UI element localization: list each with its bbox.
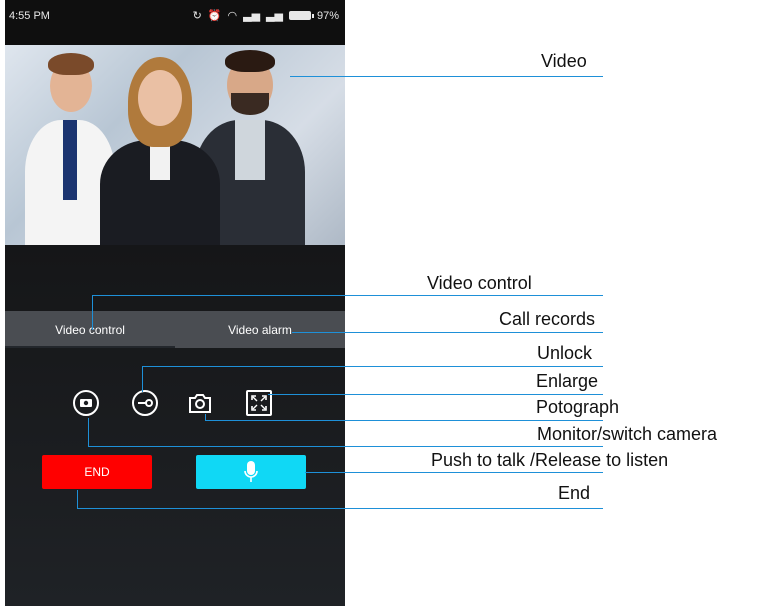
microphone-icon [244,461,258,482]
signal-icon: ▃▅ [243,10,261,22]
annotation-line-photograph [205,420,603,421]
monitor-camera-icon[interactable] [73,390,99,416]
signal-icon-2: ▃▅ [266,10,283,22]
annotation-video-control: Video control [427,273,532,293]
annotation-line-monitor-v [88,418,89,446]
end-button[interactable]: END [42,455,152,489]
status-time: 4:55 PM [9,10,50,22]
annotation-call-records: Call records [499,309,596,329]
tab-active-indicator [5,346,175,348]
tab-video-alarm-label: Video alarm [228,322,292,337]
annotation-line-video [290,76,603,77]
wifi-icon: ◠ [227,10,238,22]
annotation-line-enlarge [268,394,603,395]
phone-screen: 4:55 PM ↻ ⏰ ◠ ▃▅ ▃▅ 97% Video control Vi… [5,0,345,606]
annotation-line-end-v [77,490,78,508]
annotation-line-end [77,508,603,509]
tab-video-control[interactable]: Video control [5,311,175,348]
annotation-unlock: Unlock [537,343,593,363]
camera-icon[interactable] [186,389,214,417]
annotation-line-photograph-v [205,414,206,420]
annotation-line-video-control [92,295,603,296]
tab-video-control-label: Video control [55,322,125,337]
push-to-talk-button[interactable] [196,455,306,489]
unlock-key-icon[interactable] [132,390,158,416]
annotation-photograph: Potograph [536,397,620,417]
annotation-enlarge: Enlarge [536,371,599,391]
annotation-line-push-to-talk [305,472,603,473]
annotation-line-monitor [88,446,603,447]
person-center [100,45,220,245]
battery-level: 97% [316,9,339,22]
status-bar: 4:55 PM ↻ ⏰ ◠ ▃▅ ▃▅ 97% [5,0,345,40]
tab-bar: Video control Video alarm [5,311,345,348]
annotation-video: Video [541,51,587,71]
tab-video-alarm[interactable]: Video alarm [175,311,345,348]
sync-icon: ↻ [192,10,202,22]
annotation-line-video-control-v [92,295,93,330]
annotation-push-to-talk: Push to talk /Release to listen [431,450,669,470]
status-icons: ↻ ⏰ ◠ ▃▅ ▃▅ 97% [192,9,339,23]
battery-icon [288,11,314,20]
annotation-monitor: Monitor/switch camera [537,424,718,444]
annotation-line-unlock [142,366,603,367]
annotation-line-call-records [292,332,603,333]
annotation-line-unlock-v [142,366,143,392]
alarm-icon: ⏰ [207,10,222,22]
end-button-label: END [84,465,110,479]
annotation-end: End [558,483,591,503]
video-feed [5,45,345,245]
